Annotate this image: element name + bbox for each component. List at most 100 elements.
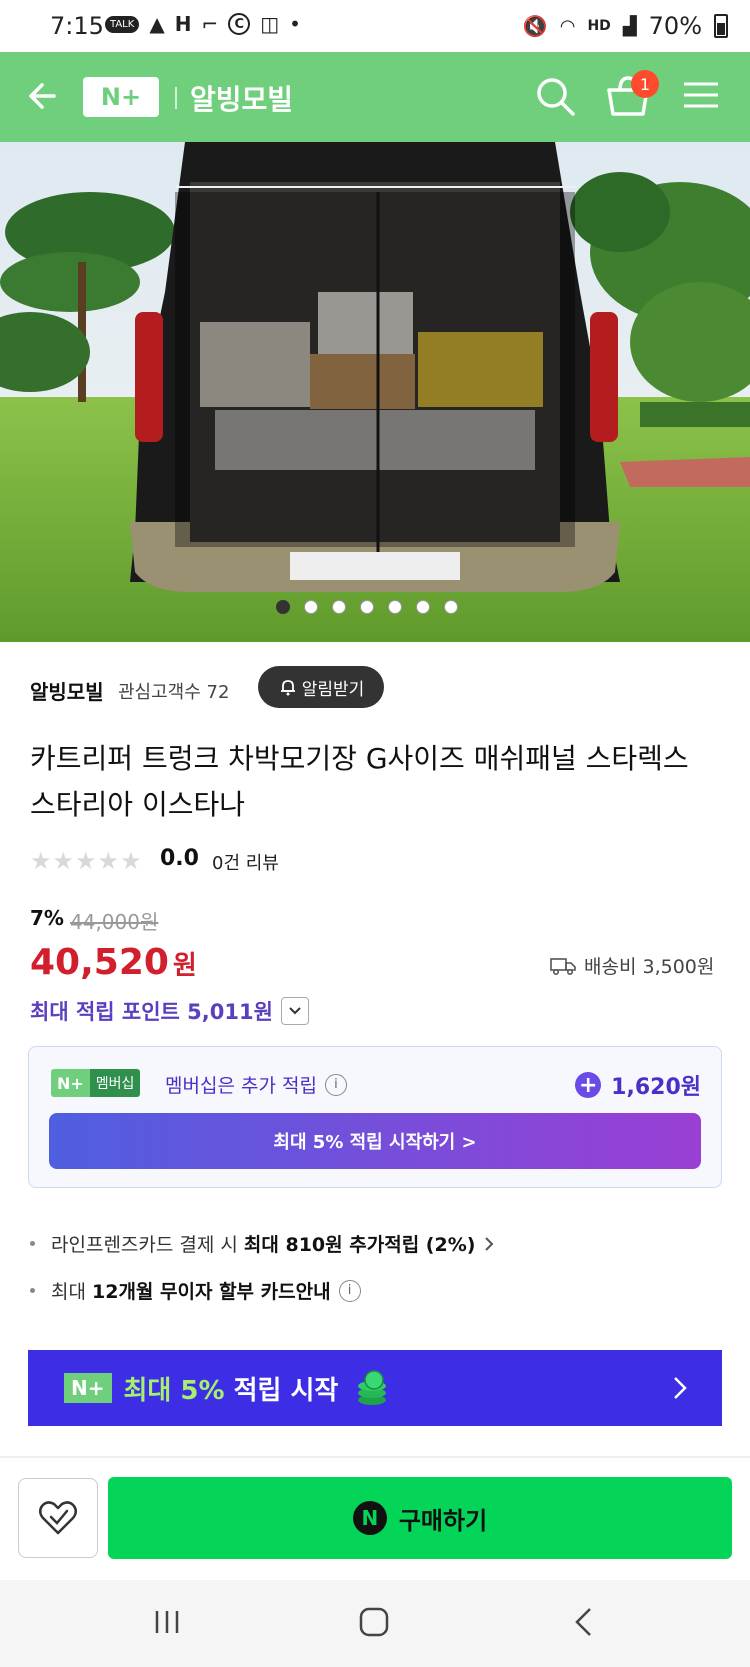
membership-banner[interactable]: N+ 최대 5% 적립 시작 [28,1350,722,1426]
image-pagination [276,600,458,614]
c-notification-icon: C [228,13,251,35]
wifi-icon: ◠ [559,15,576,37]
max-points-label: 최대 적립 포인트 5,011원 [30,1000,273,1024]
membership-badge-label: 멤버십 [89,1069,141,1097]
sale-price-value: 40,520 [30,942,169,983]
card-benefit-text: 라인프렌즈카드 결제 시 최대 810원 추가적립 (2%) [51,1230,475,1257]
naver-plus-text: N+ [100,83,142,111]
favorite-button[interactable] [18,1478,98,1558]
search-icon[interactable] [533,74,577,118]
back-icon[interactable] [572,1606,594,1638]
mute-icon: 🔇 [522,14,548,38]
netflix-icon: ⌐ [201,12,219,36]
seller-name[interactable]: 알빙모빌 [30,676,104,705]
pagination-dot[interactable] [444,600,458,614]
membership-text-label: 멤버십은 추가 적립 [165,1075,317,1097]
status-bar: 7:15 TALK ▲ H ⌐ C ◫ • 🔇 ◠ HD ▟ 70% [0,0,750,52]
installment-row[interactable]: 최대 12개월 무이자 할부 카드안내 i [30,1277,361,1304]
discount-rate: 7% [30,906,64,930]
banner-text: 최대 5% 적립 시작 [124,1370,339,1407]
card-benefit-suffix: (2%) [419,1234,476,1256]
sale-price-unit: 원 [172,951,197,981]
naver-pay-icon: N [352,1501,387,1535]
system-icons: 🔇 ◠ HD ▟ 70% [523,12,728,40]
membership-badge: N+ 멤버십 [51,1069,141,1097]
back-arrow-icon[interactable] [24,76,64,116]
naver-plus-logo[interactable]: N+ [83,77,159,117]
more-dot-icon: • [289,12,301,36]
pagination-dot[interactable] [416,600,430,614]
product-photo-illustration [0,142,750,642]
original-price: 44,000원 [70,910,159,934]
signal-icon: ▟ [622,15,637,37]
membership-amount-value: 1,620원 [611,1075,701,1100]
cart-count-badge: 1 [631,70,659,98]
store-name[interactable]: 알빙모빌 [190,78,293,118]
battery-level: 70% [648,12,702,40]
heart-icon [39,1501,77,1535]
product-image[interactable] [0,142,750,642]
star-icon: ★ [75,847,97,875]
review-count[interactable]: 0건 리뷰 [212,849,279,875]
battery-icon [714,14,728,38]
pagination-dot[interactable] [276,600,290,614]
info-icon[interactable]: i [338,1279,361,1302]
alarm-button-label: 알림받기 [301,679,365,700]
membership-text: 멤버십은 추가 적립 i [165,1071,347,1098]
max-points[interactable]: 최대 적립 포인트 5,011원 [30,996,309,1026]
coins-icon [358,1370,387,1405]
hd-voice-icon: HD [587,18,611,34]
shipping-info: 배송비 3,500원 [550,952,714,979]
chevron-right-icon [674,1377,687,1399]
membership-card: N+ 멤버십 멤버십은 추가 적립 i + 1,620원 최대 5% 적립 시작… [28,1046,722,1188]
truck-icon [550,957,576,975]
bottom-divider [0,1456,750,1458]
card-benefit-prefix: 라인프렌즈카드 결제 시 [51,1234,244,1256]
pagination-dot[interactable] [388,600,402,614]
star-icon: ★ [97,847,120,875]
header-divider [175,87,177,109]
banner-logo: N+ [64,1373,112,1403]
app-header: N+ 알빙모빌 1 [0,52,750,142]
alarm-button[interactable]: 알림받기 [258,666,384,708]
android-nav-bar [0,1580,750,1667]
pagination-dot[interactable] [332,600,346,614]
membership-amount: + 1,620원 [575,1069,701,1101]
plus-circle-icon: + [575,1072,602,1098]
bullet [30,1288,35,1293]
rating-value: 0.0 [160,846,199,871]
home-icon[interactable] [358,1606,390,1638]
banner-rest: 적립 시작 [224,1375,339,1406]
banner-logo-text: N+ [64,1373,112,1403]
warning-icon: ▲ [149,12,165,36]
pagination-dot[interactable] [360,600,374,614]
card-benefit-row[interactable]: 라인프렌즈카드 결제 시 최대 810원 추가적립 (2%) [30,1230,495,1257]
rating-stars: ★ ★ ★ ★ ★ [30,847,142,875]
interest-count: 관심고객수 72 [118,682,230,703]
sale-price: 40,520 원 [30,942,197,983]
installment-bold: 12개월 무이자 할부 카드안내 [92,1281,331,1303]
star-icon: ★ [120,847,142,875]
buy-button[interactable]: N 구매하기 [108,1477,732,1559]
info-icon[interactable]: i [324,1073,347,1096]
star-icon: ★ [30,847,52,875]
star-icon: ★ [52,847,75,875]
banner-highlight: 최대 5% [123,1375,225,1406]
recent-apps-icon[interactable] [152,1608,182,1636]
bag-notification-icon: ◫ [260,12,280,36]
membership-start-button[interactable]: 최대 5% 적립 시작하기 > [49,1113,701,1169]
pagination-dot[interactable] [304,600,318,614]
notification-icons: TALK ▲ H ⌐ C ◫ • [105,12,301,36]
bell-plus-icon [280,680,295,696]
shipping-fee: 배송비 3,500원 [584,956,715,978]
h-notification-icon: H [174,12,192,36]
chevron-right-icon [485,1236,494,1251]
membership-badge-logo: N+ [51,1069,90,1097]
product-title: 카트리퍼 트렁크 차박모기장 G사이즈 매쉬패널 스타렉스 스타리아 이스타나 [30,742,689,821]
menu-icon[interactable] [682,80,720,110]
bullet [30,1241,35,1246]
talk-notification-icon: TALK [105,15,140,33]
chevron-down-icon[interactable] [280,997,309,1025]
card-benefit-bold: 최대 810원 추가적립 [243,1234,420,1256]
installment-prefix: 최대 [51,1281,92,1303]
